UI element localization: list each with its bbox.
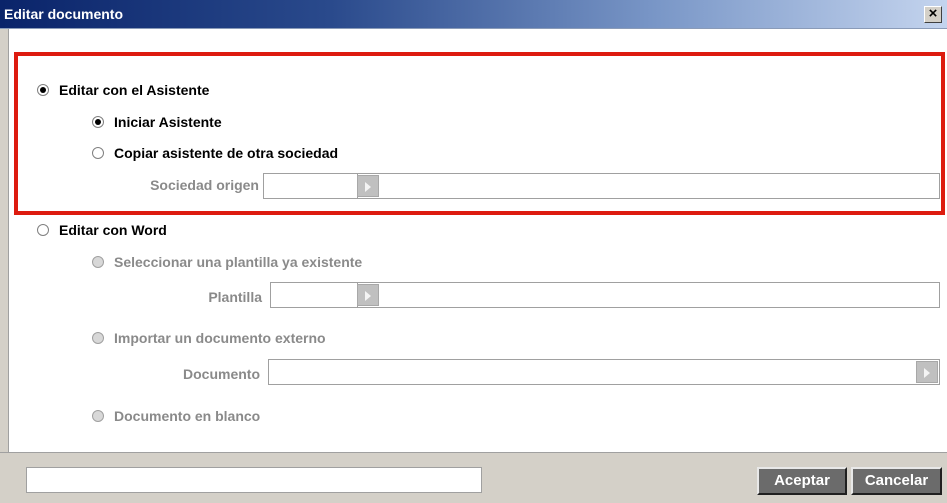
radio-start-wizard[interactable]: Iniciar Asistente [92, 114, 222, 130]
radio-unchecked-icon [37, 224, 49, 236]
document-path-input[interactable] [269, 360, 914, 384]
radio-copy-wizard[interactable]: Copiar asistente de otra sociedad [92, 145, 338, 161]
template-name-display [381, 283, 939, 307]
template-field [270, 282, 940, 308]
cancel-button[interactable]: Cancelar [851, 467, 942, 495]
window-title: Editar documento [4, 6, 124, 22]
radio-import-document[interactable]: Importar un documento externo [92, 330, 326, 346]
accept-button[interactable]: Aceptar [757, 467, 847, 495]
radio-import-document-label: Importar un documento externo [114, 330, 326, 346]
close-button[interactable]: × [924, 6, 942, 23]
radio-checked-icon [37, 84, 49, 96]
radio-blank-document-label: Documento en blanco [114, 408, 261, 424]
template-label: Plantilla [208, 289, 262, 305]
radio-edit-with-wizard[interactable]: Editar con el Asistente [37, 82, 209, 98]
radio-disabled-icon [92, 332, 104, 344]
template-code-input[interactable] [271, 283, 358, 307]
radio-edit-with-wizard-label: Editar con el Asistente [59, 82, 210, 98]
source-company-label: Sociedad origen [150, 177, 259, 193]
radio-blank-document[interactable]: Documento en blanco [92, 408, 260, 424]
document-field [268, 359, 940, 385]
radio-disabled-icon [92, 256, 104, 268]
radio-select-template-label: Seleccionar una plantilla ya existente [114, 254, 363, 270]
radio-edit-with-word[interactable]: Editar con Word [37, 222, 167, 238]
document-label: Documento [183, 366, 260, 382]
radio-select-template[interactable]: Seleccionar una plantilla ya existente [92, 254, 362, 270]
radio-edit-with-word-label: Editar con Word [59, 222, 167, 238]
radio-unchecked-icon [92, 147, 104, 159]
template-lookup-button[interactable] [357, 284, 379, 306]
source-company-name-display [381, 174, 939, 198]
radio-checked-icon [92, 116, 104, 128]
source-company-field [263, 173, 940, 199]
radio-copy-wizard-label: Copiar asistente de otra sociedad [114, 145, 339, 161]
document-browse-button[interactable] [916, 361, 938, 383]
radio-start-wizard-label: Iniciar Asistente [114, 114, 222, 130]
source-company-lookup-button[interactable] [357, 175, 379, 197]
title-bar: Editar documento × [0, 0, 947, 29]
radio-disabled-icon [92, 410, 104, 422]
source-company-code-input[interactable] [264, 174, 358, 198]
window-left-edge [0, 29, 9, 452]
status-field [26, 467, 482, 493]
